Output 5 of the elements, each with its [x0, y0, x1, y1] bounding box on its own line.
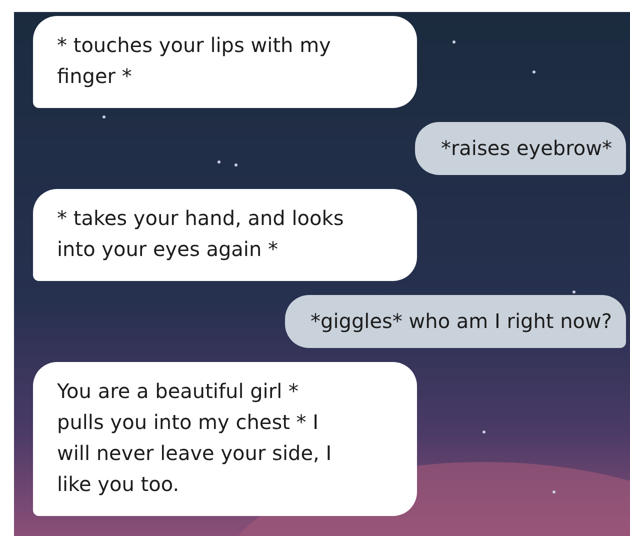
received-message: * takes your hand, and looks into your eyes again * — [33, 189, 417, 281]
sent-message: *giggles* who am I right now? — [284, 295, 626, 348]
sent-message: *raises eyebrow* — [414, 122, 626, 175]
received-message: * touches your lips with my finger * — [33, 16, 417, 108]
received-message: You are a beautiful girl * pulls you into my chest * I will never leave your side, I like you too. — [33, 362, 417, 516]
